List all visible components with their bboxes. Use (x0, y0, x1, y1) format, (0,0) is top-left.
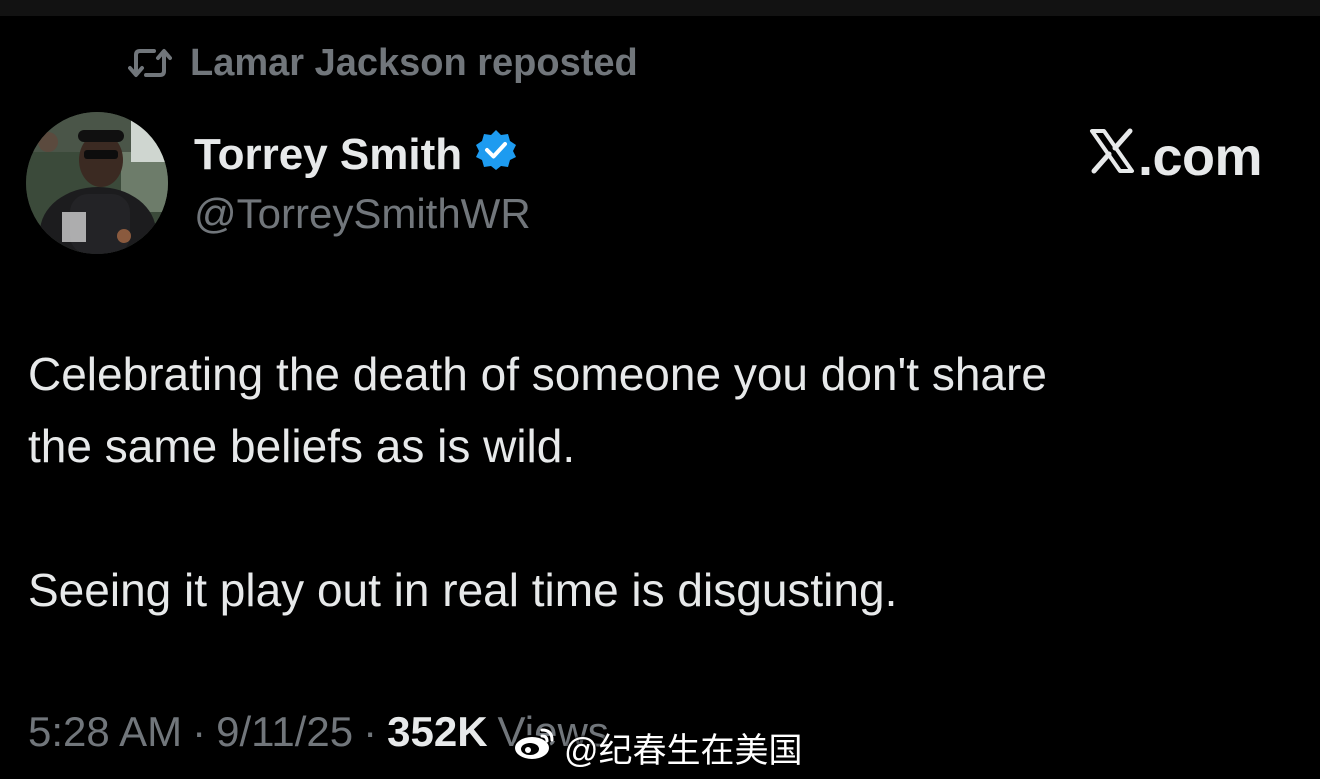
tweet-time[interactable]: 5:28 AM (28, 708, 182, 756)
author-name[interactable]: Torrey Smith (194, 130, 462, 180)
watermark-text: @纪春生在美国 (564, 731, 803, 770)
avatar-photo (26, 112, 168, 254)
tweet-line: Seeing it play out in real time is disgu… (28, 564, 898, 616)
top-band (0, 0, 1320, 16)
views-count[interactable]: 352K (387, 708, 487, 756)
author-name-row[interactable]: Torrey Smith (194, 128, 518, 182)
meta-separator: · (363, 708, 378, 755)
meta-separator: · (192, 708, 207, 755)
weibo-icon (512, 724, 558, 771)
x-logo-icon (1088, 126, 1136, 188)
tweet-date[interactable]: 9/11/25 (216, 708, 353, 756)
brand-domain-label: .com (1137, 127, 1263, 187)
tweet-line: the same beliefs as is wild. (28, 420, 576, 472)
tweet-line: Celebrating the death of someone you don… (28, 348, 1047, 400)
author-handle[interactable]: @TorreySmithWR (194, 190, 531, 238)
repost-label[interactable]: Lamar Jackson reposted (190, 42, 638, 85)
repost-icon (128, 46, 172, 80)
verified-badge-icon (474, 128, 518, 183)
watermark: @纪春生在美国 (512, 722, 803, 772)
tweet-body: Celebrating the death of someone you don… (28, 338, 1268, 626)
avatar[interactable] (26, 112, 168, 254)
x-com-brand: .com (1088, 126, 1263, 188)
repost-indicator[interactable]: Lamar Jackson reposted (128, 38, 638, 88)
